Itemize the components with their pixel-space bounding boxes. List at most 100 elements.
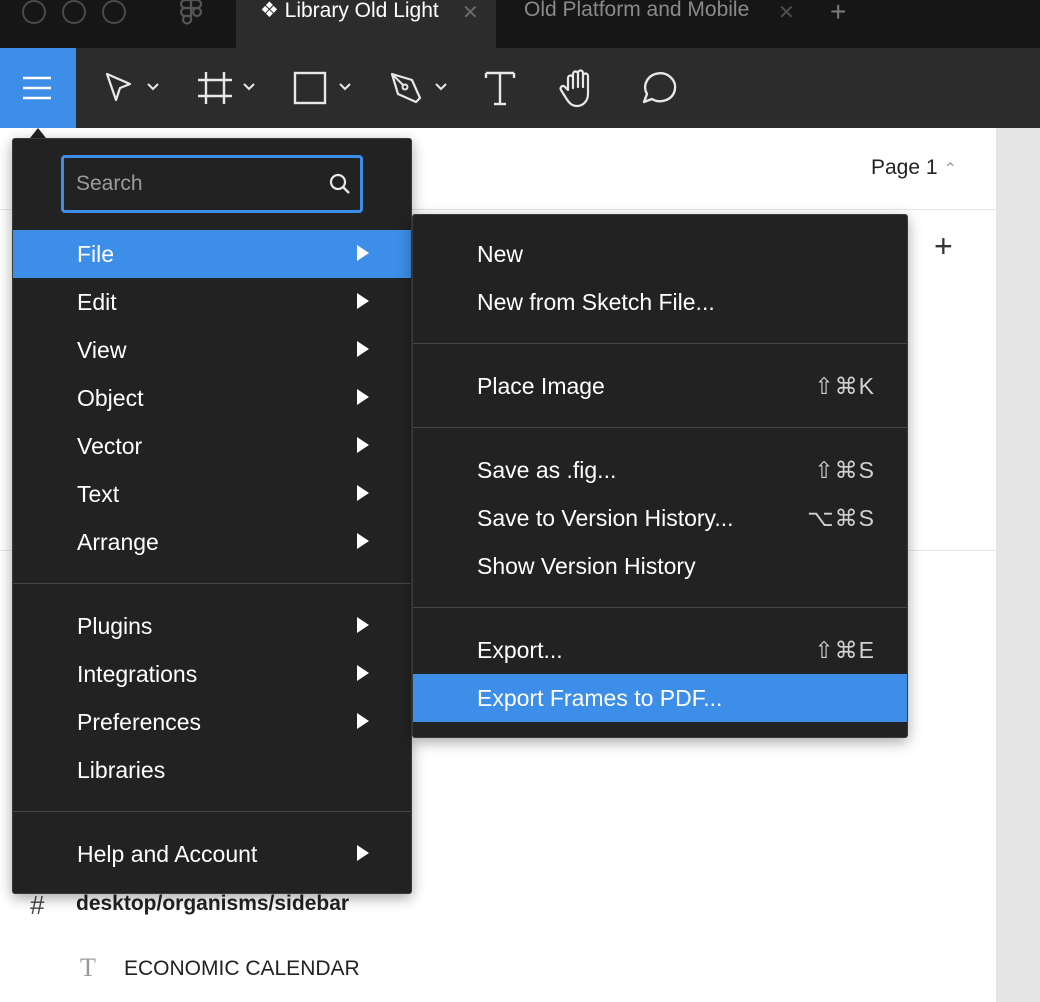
text-layer-icon: T <box>80 953 96 982</box>
toolbar <box>0 48 1040 128</box>
menu-item-label: Integrations <box>77 661 198 687</box>
tab-library-old-light[interactable]: ❖ Library Old Light ✕ <box>236 0 496 48</box>
submenu-item-export-frames-to-pdf[interactable]: Export Frames to PDF... <box>413 674 907 722</box>
page-selector[interactable]: Page 1 ⌃ <box>871 156 957 180</box>
menu-item-help-and-account[interactable]: Help and Account <box>13 830 411 878</box>
submenu-item-save-as-fig[interactable]: Save as .fig... ⇧⌘S <box>413 446 907 494</box>
pen-tool-button[interactable] <box>388 68 452 108</box>
submenu-arrow-icon <box>357 713 369 729</box>
menu-search-input[interactable] <box>76 168 316 200</box>
menu-item-preferences[interactable]: Preferences <box>13 698 411 746</box>
new-tab-icon[interactable]: + <box>830 0 846 28</box>
submenu-arrow-icon <box>357 293 369 309</box>
shortcut-label: ⇧⌘E <box>814 637 875 663</box>
canvas-edge <box>996 128 1040 1002</box>
menu-item-file[interactable]: File <box>13 230 411 278</box>
submenu-arrow-icon <box>357 665 369 681</box>
menu-item-object[interactable]: Object <box>13 374 411 422</box>
frame-tool-button[interactable] <box>196 68 260 108</box>
tab-label: Old Platform and Mobile <box>524 0 750 21</box>
menu-item-label: Libraries <box>77 757 166 783</box>
tab-old-platform-and-mobile[interactable]: Old Platform and Mobile ✕ <box>496 0 812 48</box>
menu-separator <box>413 343 907 344</box>
chevron-up-icon: ⌃ <box>943 161 957 178</box>
menu-item-label: Edit <box>77 289 117 315</box>
comment-tool-button[interactable] <box>638 68 680 108</box>
menu-item-label: Object <box>77 385 144 411</box>
pen-tool-icon <box>390 72 447 104</box>
menu-item-vector[interactable]: Vector <box>13 422 411 470</box>
menu-item-edit[interactable]: Edit <box>13 278 411 326</box>
layer-label: desktop/organisms/sidebar <box>76 892 350 915</box>
menu-item-label: Help and Account <box>77 841 258 867</box>
menu-item-label: Text <box>77 481 120 507</box>
menu-item-view[interactable]: View <box>13 326 411 374</box>
main-menu: File Edit View Object Vector Text Arrang… <box>12 138 412 894</box>
submenu-item-place-image[interactable]: Place Image ⇧⌘K <box>413 362 907 410</box>
hamburger-icon <box>23 76 51 100</box>
menu-separator <box>13 583 411 584</box>
submenu-arrow-icon <box>357 533 369 549</box>
menu-item-label: Preferences <box>77 709 202 735</box>
menu-item-libraries[interactable]: Libraries <box>13 746 411 794</box>
submenu-arrow-icon <box>357 341 369 357</box>
submenu-arrow-icon <box>357 389 369 405</box>
submenu-item-label: Place Image <box>477 373 605 399</box>
submenu-item-label: Export... <box>477 637 563 663</box>
submenu-item-show-version-history[interactable]: Show Version History <box>413 542 907 590</box>
move-tool-icon <box>105 72 159 102</box>
window-zoom-dot[interactable] <box>102 0 126 24</box>
menu-item-plugins[interactable]: Plugins <box>13 602 411 650</box>
menu-pointer <box>30 128 46 138</box>
submenu-item-label: New from Sketch File... <box>477 289 715 315</box>
submenu-item-new-from-sketch[interactable]: New from Sketch File... <box>413 278 907 326</box>
submenu-arrow-icon <box>357 617 369 633</box>
menu-item-arrange[interactable]: Arrange <box>13 518 411 566</box>
menu-separator <box>413 607 907 608</box>
submenu-item-label: Save as .fig... <box>477 457 617 483</box>
submenu-arrow-icon <box>357 485 369 501</box>
shortcut-label: ⌥⌘S <box>807 505 875 531</box>
comment-tool-icon <box>642 72 677 104</box>
menu-search-field[interactable] <box>61 155 363 213</box>
frame-icon: # <box>30 890 45 920</box>
menu-item-label: View <box>77 337 127 363</box>
submenu-item-export[interactable]: Export... ⇧⌘E <box>413 626 907 674</box>
submenu-item-new[interactable]: New <box>413 230 907 278</box>
menu-item-text[interactable]: Text <box>13 470 411 518</box>
window-minimize-dot[interactable] <box>62 0 86 24</box>
search-icon <box>329 173 350 194</box>
text-tool-icon <box>484 71 516 106</box>
figma-logo-icon[interactable] <box>176 0 206 30</box>
add-page-icon[interactable]: + <box>934 230 953 262</box>
shortcut-label: ⇧⌘K <box>814 373 875 399</box>
main-menu-button[interactable] <box>0 48 76 128</box>
move-tool-button[interactable] <box>102 68 162 108</box>
frame-tool-icon <box>198 72 255 104</box>
current-page-label: Page 1 <box>871 156 938 179</box>
file-submenu: New New from Sketch File... Place Image … <box>412 214 908 738</box>
hand-tool-icon <box>559 69 590 108</box>
submenu-arrow-icon <box>357 845 369 861</box>
rectangle-tool-button[interactable] <box>292 68 356 108</box>
text-tool-button[interactable] <box>482 68 518 108</box>
menu-separator <box>13 811 411 812</box>
layer-label: ECONOMIC CALENDAR <box>124 957 360 980</box>
hand-tool-button[interactable] <box>558 68 600 108</box>
submenu-arrow-icon <box>357 245 369 261</box>
window-close-dot[interactable] <box>22 0 46 24</box>
shortcut-label: ⇧⌘S <box>814 457 875 483</box>
menu-item-label: Arrange <box>77 529 159 555</box>
close-tab-icon[interactable]: ✕ <box>778 0 795 25</box>
submenu-item-save-to-version-history[interactable]: Save to Version History... ⌥⌘S <box>413 494 907 542</box>
tab-label: ❖ Library Old Light <box>260 0 439 22</box>
close-tab-icon[interactable]: ✕ <box>462 0 479 25</box>
submenu-item-label: New <box>477 241 524 267</box>
submenu-item-label: Export Frames to PDF... <box>477 685 723 711</box>
title-bar: ❖ Library Old Light ✕ Old Platform and M… <box>0 0 1040 48</box>
menu-item-integrations[interactable]: Integrations <box>13 650 411 698</box>
submenu-arrow-icon <box>357 437 369 453</box>
menu-separator <box>413 427 907 428</box>
menu-item-label: File <box>77 241 115 267</box>
rectangle-tool-icon <box>293 71 351 105</box>
